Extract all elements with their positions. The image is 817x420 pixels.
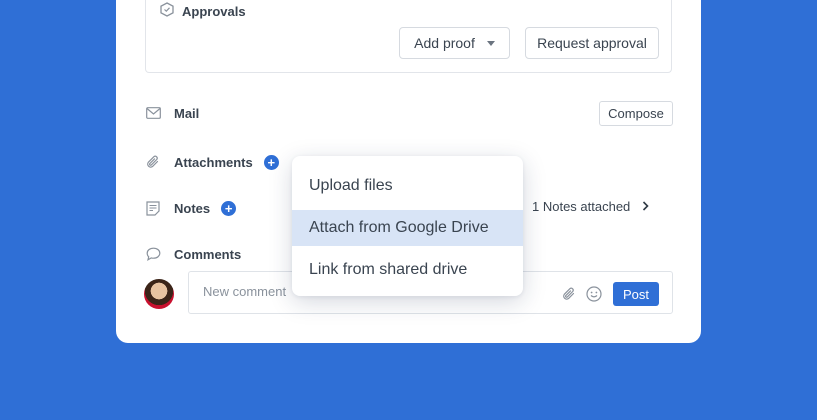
menu-item-label: Attach from Google Drive [309,219,489,236]
hexagon-icon [160,2,174,20]
menu-item-attach-google-drive[interactable]: Attach from Google Drive [292,210,523,246]
attach-menu: Upload files Attach from Google Drive Li… [292,156,523,296]
notes-label: Notes [174,200,211,216]
add-proof-label: Add proof [414,35,475,51]
menu-item-label: Upload files [309,177,393,194]
avatar [144,279,174,309]
approvals-title: Approvals [182,3,246,19]
compose-button[interactable]: Compose [599,101,673,126]
paperclip-icon[interactable] [560,285,578,303]
mail-row: Mail [145,105,199,121]
request-approval-button[interactable]: Request approval [525,27,659,59]
mail-icon [145,105,161,121]
request-approval-label: Request approval [537,35,647,51]
menu-item-label: Link from shared drive [309,261,468,278]
menu-item-link-shared-drive[interactable]: Link from shared drive [292,252,523,288]
mail-label: Mail [174,105,200,121]
notes-attached-text: 1 Notes attached [532,199,631,214]
approvals-section: Approvals Add proof Request approval [145,0,672,73]
comments-label: Comments [174,246,242,262]
post-button[interactable]: Post [613,282,659,306]
add-proof-button[interactable]: Add proof [399,27,510,59]
add-attachment-plus-icon[interactable]: + [263,154,279,170]
caret-down-icon [486,40,495,46]
notes-attached-link[interactable]: 1 Notes attached [532,199,649,214]
notes-row: Notes + [145,200,237,216]
chevron-right-icon [642,199,649,214]
notes-icon [145,200,161,216]
attachments-label: Attachments [174,154,253,170]
paperclip-icon [145,154,161,170]
post-label: Post [622,286,649,302]
compose-label: Compose [608,106,664,121]
menu-item-upload-files[interactable]: Upload files [292,168,523,204]
emoji-icon[interactable] [585,285,603,303]
add-note-plus-icon[interactable]: + [221,200,237,216]
comments-row: Comments [145,246,241,262]
approvals-header: Approvals [160,2,246,20]
attachments-row: Attachments + [145,154,279,170]
comment-icon [145,246,161,262]
